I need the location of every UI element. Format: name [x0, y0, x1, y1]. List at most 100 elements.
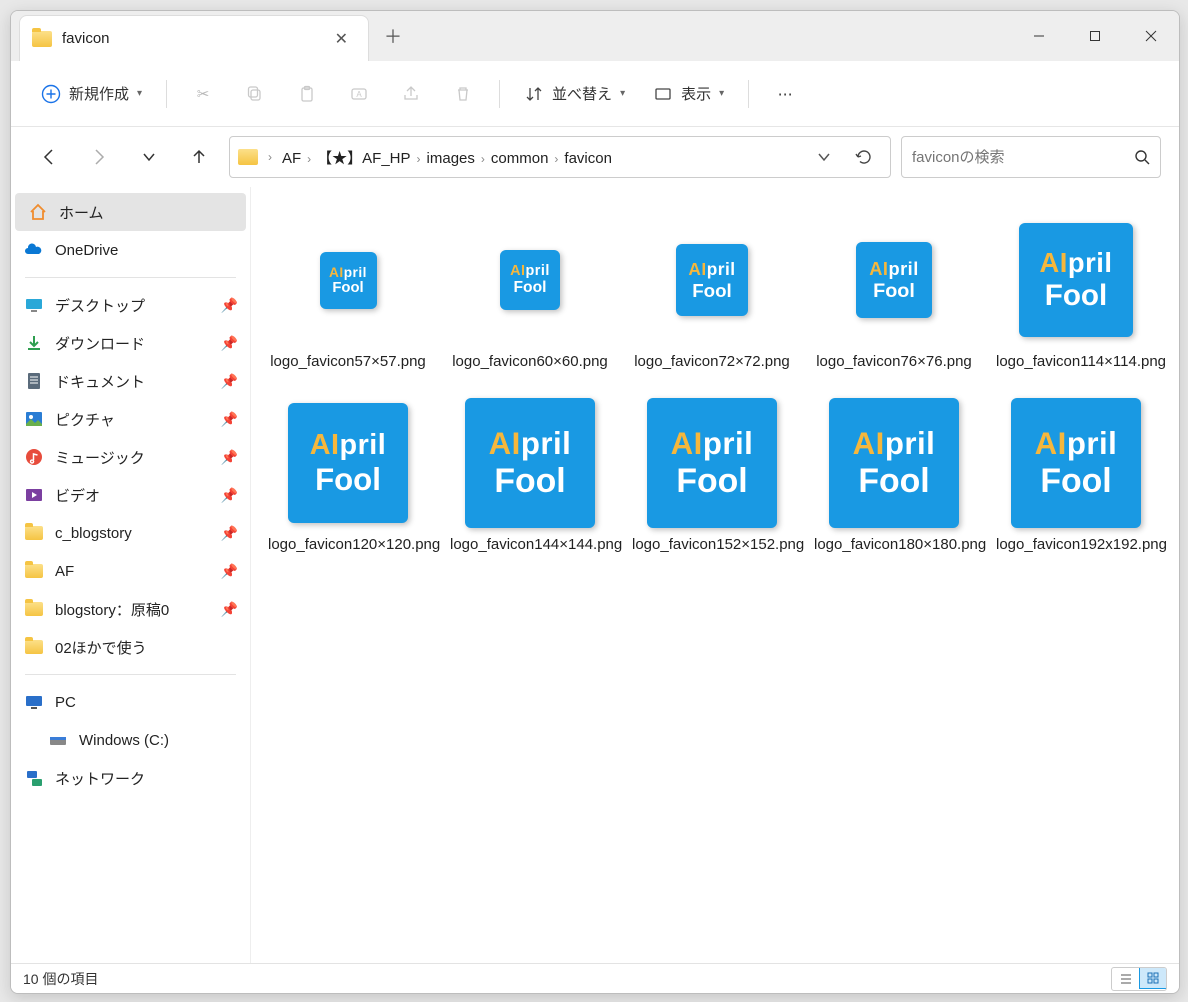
pin-icon: 📌: [221, 373, 238, 390]
refresh-button[interactable]: [846, 139, 882, 175]
sidebar-item-ピクチャ[interactable]: ピクチャ📌: [11, 400, 250, 438]
pin-icon: 📌: [221, 525, 238, 542]
breadcrumb-segment[interactable]: common: [485, 150, 555, 167]
sort-icon: [524, 84, 544, 104]
new-tab-button[interactable]: ＋: [369, 11, 417, 61]
search-box[interactable]: [901, 136, 1161, 178]
toolbar: 新規作成 ▾ ✂ A 並べ替え ▾ 表示 ▾ ⋯: [11, 61, 1179, 127]
details-view-button[interactable]: [1112, 968, 1140, 990]
cut-icon: ✂: [193, 84, 213, 104]
maximize-button[interactable]: [1067, 11, 1123, 61]
sort-button[interactable]: 並べ替え ▾: [512, 74, 637, 114]
history-dropdown-button[interactable]: [806, 139, 842, 175]
item-count: 10 個の項目: [23, 969, 98, 989]
content-area[interactable]: AIpril Fool logo_favicon57×57.png AIpril…: [251, 187, 1179, 963]
delete-button[interactable]: [439, 74, 487, 114]
sidebar-item-c_blogstory[interactable]: c_blogstory📌: [11, 514, 250, 552]
up-button[interactable]: [179, 137, 219, 177]
file-item[interactable]: AIpril Fool logo_favicon192x192.png: [985, 390, 1167, 563]
back-button[interactable]: [29, 137, 69, 177]
sidebar-label: AF: [55, 563, 74, 580]
file-name: logo_favicon180×180.png: [814, 534, 974, 555]
file-item[interactable]: AIpril Fool logo_favicon152×152.png: [621, 390, 803, 563]
minimize-button[interactable]: [1011, 11, 1067, 61]
pin-icon: 📌: [221, 563, 238, 580]
sidebar-item-ドキュメント[interactable]: ドキュメント📌: [11, 362, 250, 400]
breadcrumb-segment[interactable]: AF: [276, 150, 307, 167]
search-icon[interactable]: [1134, 149, 1150, 165]
sidebar-item-drive-c[interactable]: Windows (C:): [11, 721, 250, 759]
sidebar-label: ダウンロード: [55, 333, 145, 354]
sidebar-label: 02ほかで使う: [55, 637, 147, 658]
breadcrumb-segment[interactable]: favicon: [558, 150, 618, 167]
file-item[interactable]: AIpril Fool logo_favicon180×180.png: [803, 390, 985, 563]
sidebar-item-blogstory：原稿0[interactable]: blogstory：原稿0📌: [11, 590, 250, 628]
sidebar-label: PC: [55, 694, 76, 711]
file-item[interactable]: AIpril Fool logo_favicon114×114.png: [985, 207, 1167, 380]
document-icon: [23, 370, 45, 392]
rename-button[interactable]: A: [335, 74, 383, 114]
chevron-right-icon: ›: [417, 152, 421, 166]
forward-button[interactable]: [79, 137, 119, 177]
file-item[interactable]: AIpril Fool logo_favicon144×144.png: [439, 390, 621, 563]
music-icon: [23, 446, 45, 468]
new-button[interactable]: 新規作成 ▾: [29, 74, 154, 114]
sidebar-item-ミュージック[interactable]: ミュージック📌: [11, 438, 250, 476]
breadcrumb-segment[interactable]: images: [421, 150, 481, 167]
share-icon: [401, 84, 421, 104]
plus-circle-icon: [41, 84, 61, 104]
sidebar-item-onedrive[interactable]: OneDrive: [11, 231, 250, 269]
paste-button[interactable]: [283, 74, 331, 114]
breadcrumb[interactable]: › AF›【★】AF_HP›images›common›favicon: [229, 136, 891, 178]
thumbnail-view-button[interactable]: [1139, 967, 1167, 989]
breadcrumb-segment[interactable]: 【★】AF_HP: [311, 150, 416, 167]
file-item[interactable]: AIpril Fool logo_favicon57×57.png: [257, 207, 439, 380]
tab-current[interactable]: favicon ✕: [19, 15, 369, 61]
file-name: logo_favicon152×152.png: [632, 534, 792, 555]
view-button[interactable]: 表示 ▾: [641, 74, 736, 114]
file-name: logo_favicon76×76.png: [816, 351, 972, 372]
copy-icon: [245, 84, 265, 104]
thumbnail: AIpril Fool: [829, 398, 959, 528]
more-button[interactable]: ⋯: [761, 74, 809, 114]
pin-icon: 📌: [221, 487, 238, 504]
status-bar: 10 個の項目: [11, 963, 1179, 993]
sidebar-label: ホーム: [59, 202, 104, 223]
sidebar-item-ダウンロード[interactable]: ダウンロード📌: [11, 324, 250, 362]
drive-icon: [47, 729, 69, 751]
folder-icon: [23, 598, 45, 620]
file-item[interactable]: AIpril Fool logo_favicon72×72.png: [621, 207, 803, 380]
folder-icon: [23, 560, 45, 582]
pin-icon: 📌: [221, 449, 238, 466]
view-toggle: [1111, 967, 1167, 991]
file-item[interactable]: AIpril Fool logo_favicon60×60.png: [439, 207, 621, 380]
file-name: logo_favicon57×57.png: [270, 351, 426, 372]
recent-button[interactable]: [129, 137, 169, 177]
close-button[interactable]: [1123, 11, 1179, 61]
file-name: logo_favicon60×60.png: [452, 351, 608, 372]
sidebar-label: ピクチャ: [55, 409, 115, 430]
sidebar-item-02ほかで使う[interactable]: 02ほかで使う: [11, 628, 250, 666]
file-item[interactable]: AIpril Fool logo_favicon120×120.png: [257, 390, 439, 563]
sidebar-item-デスクトップ[interactable]: デスクトップ📌: [11, 286, 250, 324]
sidebar-item-network[interactable]: ネットワーク: [11, 759, 250, 797]
search-input[interactable]: [912, 149, 1134, 166]
copy-button[interactable]: [231, 74, 279, 114]
cut-button[interactable]: ✂: [179, 74, 227, 114]
pin-icon: 📌: [221, 297, 238, 314]
sidebar-item-ビデオ[interactable]: ビデオ📌: [11, 476, 250, 514]
home-icon: [27, 201, 49, 223]
file-name: logo_favicon114×114.png: [996, 351, 1156, 372]
rename-icon: A: [349, 84, 369, 104]
file-item[interactable]: AIpril Fool logo_favicon76×76.png: [803, 207, 985, 380]
thumbnail: AIpril Fool: [1019, 215, 1133, 345]
thumbnail: AIpril Fool: [288, 398, 408, 528]
desktop-icon: [23, 294, 45, 316]
sidebar-item-pc[interactable]: PC: [11, 683, 250, 721]
sidebar-item-AF[interactable]: AF 📌: [11, 552, 250, 590]
sidebar-item-home[interactable]: ホーム: [15, 193, 246, 231]
share-button[interactable]: [387, 74, 435, 114]
sidebar-label: blogstory：原稿0: [55, 599, 169, 620]
trash-icon: [453, 84, 473, 104]
close-icon[interactable]: ✕: [327, 25, 356, 53]
